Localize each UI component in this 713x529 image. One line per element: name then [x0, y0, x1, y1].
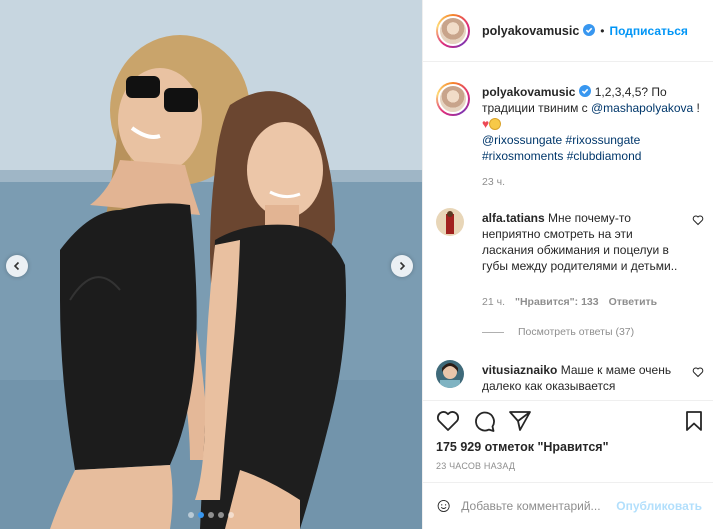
heart-icon[interactable]	[436, 410, 460, 432]
caption-mention-link[interactable]: @mashapolyakova	[591, 101, 693, 115]
smiley-emoji-icon	[489, 118, 502, 130]
comment-bubble-icon[interactable]	[472, 410, 496, 432]
paper-plane-icon[interactable]	[508, 410, 532, 432]
verified-badge-icon	[583, 23, 596, 36]
view-replies-button[interactable]: Посмотреть ответы (37)	[482, 326, 634, 338]
publish-button[interactable]: Опубликовать	[616, 499, 702, 513]
commenter-username[interactable]: alfa.tatians	[482, 211, 545, 225]
heart-icon[interactable]	[692, 214, 704, 226]
add-comment-bar: Опубликовать	[423, 482, 713, 529]
previous-slide-button[interactable]	[6, 255, 28, 277]
carousel-indicator	[0, 512, 422, 518]
verified-badge-icon	[579, 85, 592, 97]
beach-photo-illustration	[0, 0, 422, 529]
chevron-left-icon	[13, 261, 20, 271]
carousel-dot	[188, 512, 194, 518]
caption-username[interactable]: polyakovamusic	[482, 85, 575, 99]
next-slide-button[interactable]	[391, 255, 413, 277]
heart-icon[interactable]	[692, 366, 704, 378]
commenter-avatar[interactable]	[436, 360, 464, 388]
carousel-dot	[198, 512, 204, 518]
comment-meta: 21 ч. "Нравится": 133 Ответить	[482, 296, 657, 308]
comment-time: 21 ч.	[482, 296, 505, 308]
caption-time: 23 ч.	[482, 176, 505, 188]
commenter-avatar[interactable]	[436, 208, 464, 236]
caption-avatar[interactable]	[436, 82, 470, 116]
chevron-right-icon	[399, 261, 406, 271]
comment-input[interactable]	[461, 499, 617, 513]
comment-likes[interactable]: "Нравится": 133	[515, 296, 599, 308]
caption-hashtags[interactable]: @rixossungate #rixossungate #rixosmoment…	[482, 133, 641, 163]
likes-count[interactable]: 175 929 отметок "Нравится"	[436, 440, 609, 454]
post-action-bar	[423, 400, 713, 440]
carousel-dot	[218, 512, 224, 518]
smiley-icon[interactable]	[437, 495, 450, 517]
author-avatar[interactable]	[436, 13, 470, 48]
comments-list[interactable]: polyakovamusic 1,2,3,4,5? По традиции тв…	[423, 62, 713, 400]
reply-button[interactable]: Ответить	[609, 296, 658, 308]
author-username[interactable]: polyakovamusic	[482, 23, 596, 38]
commenter-username[interactable]: vitusiaznaiko	[482, 363, 557, 377]
post-header: polyakovamusic • Подписаться	[423, 0, 713, 62]
caption-text-2: !	[693, 101, 700, 115]
red-heart-emoji-icon: ♥	[482, 117, 490, 131]
carousel-dot	[228, 512, 234, 518]
post-timestamp: 23 ЧАСОВ НАЗАД	[436, 461, 516, 471]
follow-button[interactable]: Подписаться	[609, 24, 687, 38]
post-photo[interactable]	[0, 0, 422, 529]
carousel-dot	[208, 512, 214, 518]
post-side-panel: polyakovamusic • Подписаться polyakovamu…	[422, 0, 713, 529]
bookmark-icon[interactable]	[685, 410, 703, 432]
header-separator: •	[600, 23, 605, 38]
